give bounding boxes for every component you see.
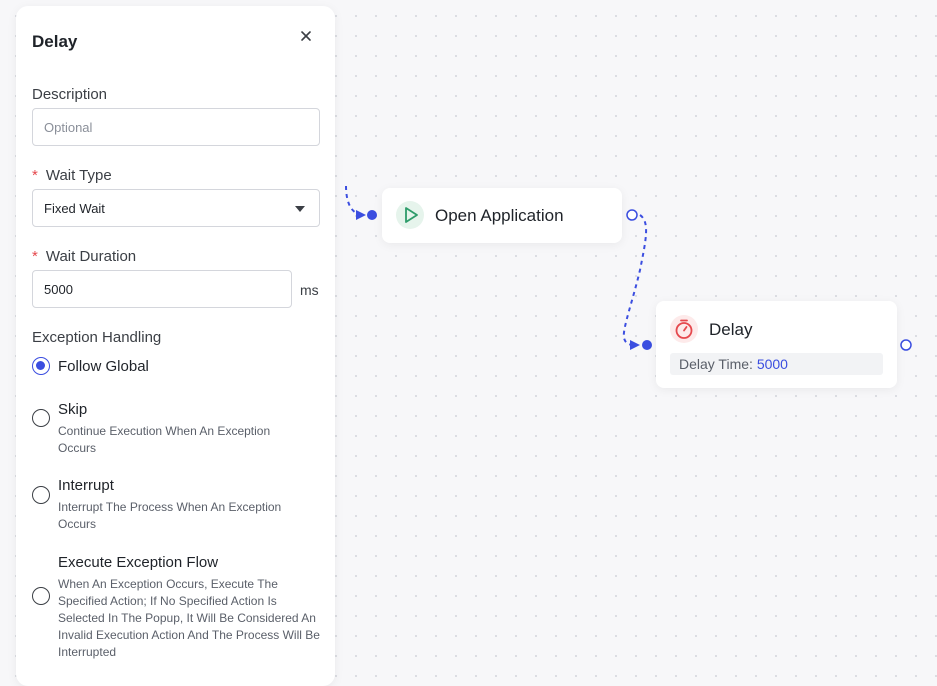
option-title: Interrupt xyxy=(58,477,114,494)
radio-execute-exception-flow[interactable] xyxy=(32,587,50,605)
edge-incoming xyxy=(345,185,365,216)
timer-icon xyxy=(670,315,698,343)
required-mark: * xyxy=(32,248,38,265)
radio-interrupt[interactable] xyxy=(32,486,50,504)
description-input[interactable]: Optional xyxy=(32,108,320,146)
option-title: Follow Global xyxy=(58,358,149,375)
option-title: Execute Exception Flow xyxy=(58,554,219,571)
node-open-application[interactable]: Open Application xyxy=(382,188,622,243)
node-title: Open Application xyxy=(435,206,564,225)
option-title: Skip xyxy=(58,401,88,418)
properties-panel: Delay Description Optional * Wait Type Fi… xyxy=(16,6,335,686)
panel-title: Delay xyxy=(32,32,78,51)
option-description: When An Exception Occurs, Execute The Sp… xyxy=(58,577,320,659)
wait-duration-input[interactable]: 5000 xyxy=(32,270,292,308)
exception-handling-label: Exception Handling xyxy=(32,329,162,346)
delay-time-value: 5000 xyxy=(756,356,788,372)
node-title: Delay xyxy=(709,320,753,339)
wait-type-label: * Wait Type xyxy=(32,167,112,184)
required-mark: * xyxy=(32,167,38,184)
wait-duration-label: * Wait Duration xyxy=(32,248,137,265)
description-label: Description xyxy=(32,86,108,103)
edge-arrowhead xyxy=(630,340,640,350)
node-input-port xyxy=(642,340,652,350)
delay-time-label: Delay Time: xyxy=(679,356,753,372)
option-description: Interrupt The Process When An Exception … xyxy=(58,500,282,531)
close-button[interactable] xyxy=(296,26,316,46)
chevron-down-icon xyxy=(295,206,305,212)
node-output-port xyxy=(626,209,638,221)
node-output-port xyxy=(900,339,912,351)
wait-type-value: Fixed Wait xyxy=(44,201,105,216)
node-input-port xyxy=(367,210,377,220)
radio-skip[interactable] xyxy=(32,409,50,427)
node-property: Delay Time: 5000 xyxy=(670,353,883,375)
play-icon xyxy=(396,201,424,229)
wait-type-select[interactable]: Fixed Wait xyxy=(32,189,320,227)
radio-follow-global[interactable] xyxy=(32,357,50,375)
node-delay[interactable]: Delay Delay Time: 5000 xyxy=(656,301,897,388)
edge-open-to-delay xyxy=(622,214,647,346)
close-icon xyxy=(301,31,311,41)
edge-arrowhead xyxy=(356,210,366,220)
wait-duration-unit: ms xyxy=(300,282,319,298)
option-description: Continue Execution When An Exception Occ… xyxy=(58,424,271,455)
